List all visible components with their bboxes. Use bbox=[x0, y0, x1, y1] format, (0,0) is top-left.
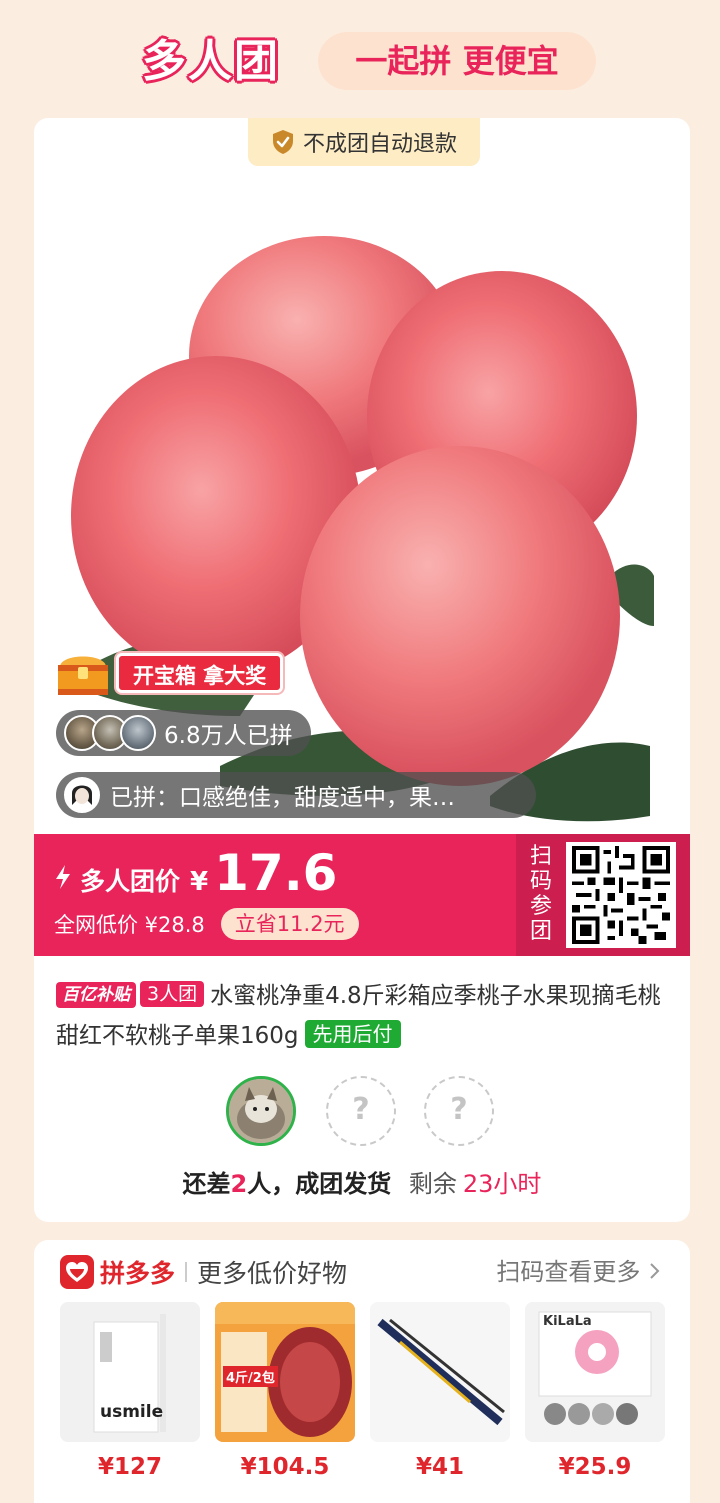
price-band: 多人团价 ¥ 17.6 全网低价 ¥28.8 立省11.2元 扫码参团 bbox=[34, 834, 690, 956]
market-price: 全网低价 ¥28.8 bbox=[54, 913, 205, 937]
group-status: 还差2人，成团发货 剩余 23小时 bbox=[34, 1164, 690, 1199]
treasure-chest-promo[interactable]: 开宝箱 拿大奖 bbox=[54, 648, 284, 698]
item-price: ¥104.5 bbox=[240, 1454, 330, 1480]
thumb-text: KiLaLa bbox=[543, 1314, 592, 1329]
avatar bbox=[64, 777, 100, 813]
status-prefix: 还差 bbox=[182, 1170, 231, 1198]
scan-more-text: 扫码查看更多 bbox=[496, 1258, 641, 1286]
remain-time: 23小时 bbox=[462, 1170, 542, 1198]
refund-text: 不成团自动退款 bbox=[302, 132, 457, 157]
empty-member-slot: ? bbox=[326, 1076, 396, 1146]
product-card[interactable]: 不成团自动退款 开宝箱 拿大奖 6.8万人已拼 已拼：口感绝佳，甜度适中，果… … bbox=[34, 118, 690, 1222]
slogan: 一起拼 更便宜 bbox=[318, 32, 596, 90]
scan-to-join[interactable]: 扫码参团 bbox=[516, 834, 690, 956]
thumb-text: usmile bbox=[100, 1402, 164, 1422]
group-logo: 多人团 bbox=[142, 36, 280, 87]
pay-later-tag: 先用后付 bbox=[304, 1020, 401, 1048]
treasure-label: 开宝箱 拿大奖 bbox=[116, 653, 284, 693]
recommend-item[interactable]: ¥41 bbox=[370, 1302, 510, 1492]
review-pill: 已拼：口感绝佳，甜度适中，果… bbox=[56, 772, 536, 818]
lightning-bolt-icon bbox=[54, 864, 72, 890]
treasure-chest-icon bbox=[54, 649, 112, 697]
currency-symbol: ¥ bbox=[190, 867, 209, 897]
group-size-tag: 3人团 bbox=[140, 981, 205, 1007]
review-text: 已拼：口感绝佳，甜度适中，果… bbox=[110, 785, 455, 811]
chevron-right-icon bbox=[648, 1258, 660, 1286]
recommend-title: 更多低价好物 bbox=[197, 1259, 348, 1288]
empty-member-slot: ? bbox=[424, 1076, 494, 1146]
member-avatar bbox=[226, 1076, 296, 1146]
group-price: 17.6 bbox=[214, 844, 338, 902]
recommend-header: 拼多多 更多低价好物 bbox=[60, 1254, 347, 1290]
refund-tag: 不成团自动退款 bbox=[248, 118, 480, 166]
subsidy-tag: 百亿补贴 bbox=[56, 982, 136, 1008]
product-thumbnail: usmile bbox=[60, 1302, 200, 1442]
item-price: ¥41 bbox=[415, 1454, 464, 1480]
group-members: ? ? bbox=[34, 1076, 690, 1148]
item-price: ¥25.9 bbox=[558, 1454, 632, 1480]
product-thumbnail: KiLaLa bbox=[525, 1302, 665, 1442]
joined-avatars bbox=[64, 715, 156, 751]
price-label: 多人团价 bbox=[80, 867, 181, 896]
price-info: 多人团价 ¥ 17.6 全网低价 ¥28.8 立省11.2元 bbox=[54, 844, 359, 940]
scan-more-link[interactable]: 扫码查看更多 bbox=[496, 1254, 660, 1290]
save-badge: 立省11.2元 bbox=[220, 908, 359, 940]
page-header: 多人团 一起拼 更便宜 bbox=[0, 28, 720, 98]
item-price: ¥127 bbox=[97, 1454, 162, 1480]
status-count: 2 bbox=[230, 1170, 248, 1198]
shield-check-icon bbox=[271, 129, 295, 155]
product-title-area[interactable]: 百亿补贴 3人团 水蜜桃净重4.8斤彩箱应季桃子水果现摘毛桃甜红不软桃子单果160g… bbox=[56, 976, 670, 1056]
joined-count: 6.8万人已拼 bbox=[164, 723, 293, 749]
question-mark: ? bbox=[450, 1092, 468, 1127]
avatar bbox=[120, 715, 156, 751]
thumb-text: 4斤/2包 bbox=[223, 1366, 278, 1387]
status-suffix: 人，成团发货 bbox=[247, 1170, 392, 1198]
product-thumbnail: 4斤/2包 bbox=[215, 1302, 355, 1442]
remain-label: 剩余 bbox=[408, 1170, 457, 1198]
recommend-item[interactable]: usmile ¥127 bbox=[60, 1302, 200, 1492]
scan-label: 扫码参团 bbox=[529, 844, 552, 944]
recommend-items: usmile ¥127 4斤/2包 ¥104.5 ¥41 KiLaLa ¥25.… bbox=[60, 1302, 670, 1502]
recommend-item[interactable]: KiLaLa ¥25.9 bbox=[525, 1302, 665, 1492]
product-thumbnail bbox=[370, 1302, 510, 1442]
recommend-item[interactable]: 4斤/2包 ¥104.5 bbox=[215, 1302, 355, 1492]
pinduoduo-logo-icon bbox=[60, 1255, 94, 1289]
question-mark: ? bbox=[352, 1092, 370, 1127]
brand-name: 拼多多 bbox=[100, 1259, 176, 1288]
divider bbox=[185, 1262, 188, 1282]
joined-count-pill: 6.8万人已拼 bbox=[56, 710, 311, 756]
recommend-card: 拼多多 更多低价好物 扫码查看更多 usmile ¥127 4斤/2包 ¥104… bbox=[34, 1240, 690, 1503]
qr-code-icon[interactable] bbox=[566, 842, 676, 948]
